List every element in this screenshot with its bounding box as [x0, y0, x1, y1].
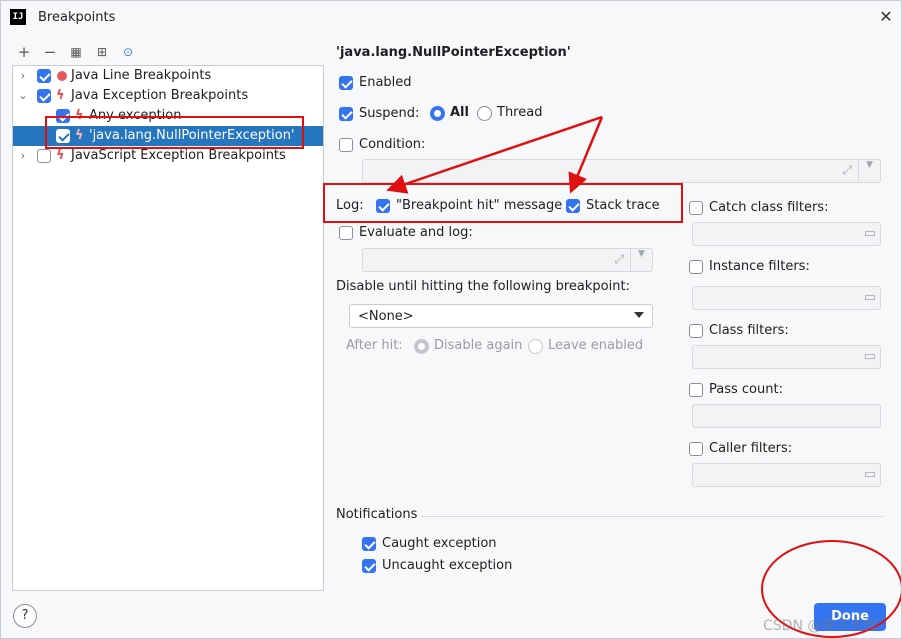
annotation-overlay [386, 115, 901, 638]
annotation-arrow-stack-trace [568, 116, 604, 194]
breakpoints-dialog: IJ Breakpoints ✕ + − ▦ ⊞ ⊙ › Java Line B… [0, 0, 902, 639]
annotation-arrow-message [386, 115, 603, 194]
watermark: CSDN @李子大叔 [763, 618, 878, 634]
